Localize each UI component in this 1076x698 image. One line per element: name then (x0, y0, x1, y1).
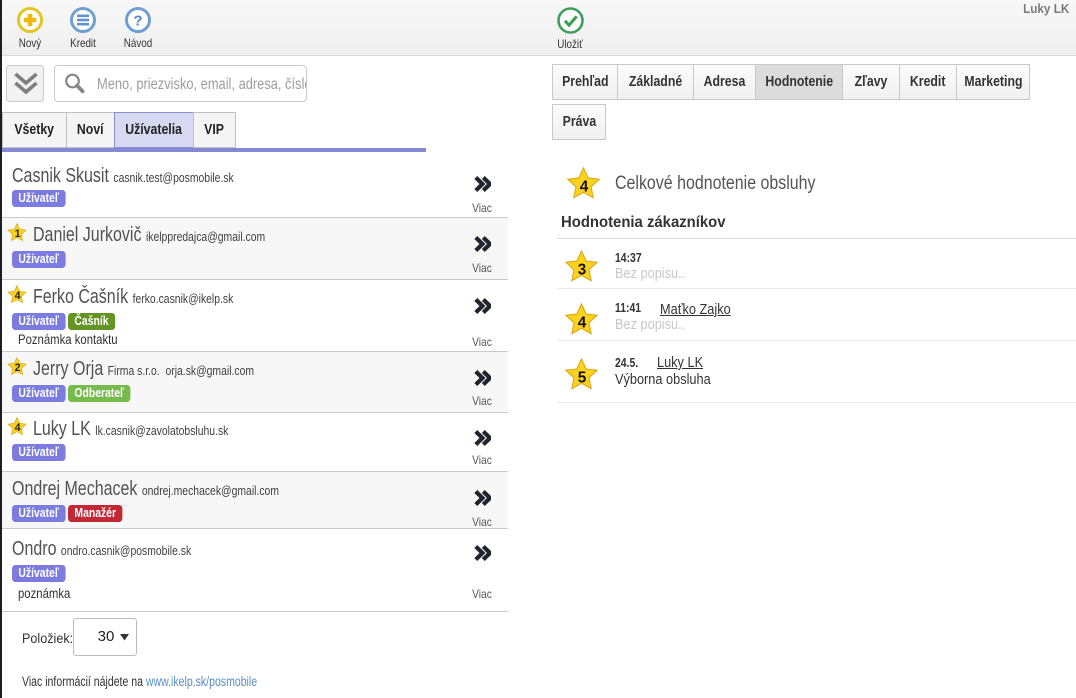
svg-text:4: 4 (15, 422, 21, 434)
svg-text:?: ? (133, 13, 142, 30)
svg-text:4: 4 (15, 290, 21, 302)
svg-text:4: 4 (580, 179, 589, 196)
svg-text:1: 1 (15, 228, 21, 240)
svg-text:2: 2 (15, 362, 21, 374)
svg-text:5: 5 (578, 369, 587, 386)
svg-text:3: 3 (578, 261, 587, 278)
svg-text:4: 4 (578, 314, 587, 331)
